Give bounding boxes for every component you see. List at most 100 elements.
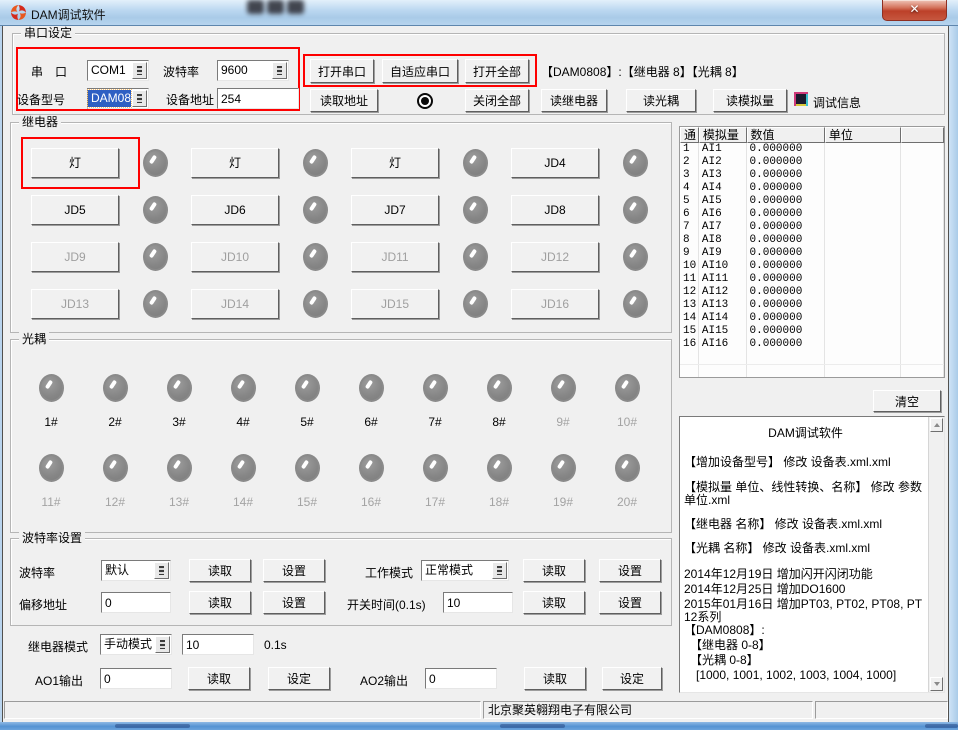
ao2-input[interactable] — [425, 668, 497, 689]
read-address-button[interactable]: 读取地址 — [310, 89, 378, 112]
relay-button-16[interactable]: JD16 — [511, 289, 599, 319]
opto-label-7: 7# — [428, 415, 441, 429]
work-mode-read-button[interactable]: 读取 — [523, 559, 585, 582]
info-line-7: 2014年12月25日 增加DO1600 — [684, 583, 927, 596]
table-row-9[interactable]: 9AI90.000000 — [680, 247, 944, 260]
combo-arrow-icon[interactable] — [132, 62, 147, 79]
table-header-col-5[interactable] — [901, 127, 944, 143]
debug-info-label[interactable]: 调试信息 — [813, 94, 861, 111]
combo-arrow-icon[interactable] — [154, 562, 169, 579]
ao1-set-button[interactable]: 设定 — [268, 667, 330, 690]
table-cell: AI9 — [699, 247, 747, 260]
table-row-16[interactable]: 16AI160.000000 — [680, 338, 944, 351]
combo-arrow-icon[interactable] — [272, 62, 287, 79]
table-cell: 0.000000 — [747, 156, 825, 169]
offset-set-button[interactable]: 设置 — [263, 591, 325, 614]
table-cell — [699, 351, 747, 364]
relay-button-3[interactable]: 灯 — [351, 148, 439, 178]
switch-time-set-button[interactable]: 设置 — [599, 591, 661, 614]
relay-led-8 — [623, 196, 648, 224]
close-button[interactable]: ✕ — [882, 0, 947, 21]
info-scrollbar[interactable] — [928, 417, 944, 692]
switch-time-input[interactable] — [443, 592, 513, 613]
table-row-11[interactable]: 11AI110.000000 — [680, 273, 944, 286]
opto-label-15: 15# — [297, 495, 317, 509]
baudrate-select[interactable]: 默认 — [101, 560, 171, 581]
table-cell — [825, 156, 901, 169]
clear-button[interactable]: 清空 — [873, 390, 941, 412]
table-row-15[interactable]: 15AI150.000000 — [680, 325, 944, 338]
open-serial-button[interactable]: 打开串口 — [310, 59, 374, 83]
port-select[interactable]: COM1 — [87, 60, 149, 81]
baudrate-read-button[interactable]: 读取 — [189, 559, 251, 582]
combo-arrow-icon[interactable] — [492, 562, 507, 579]
table-header-col-3[interactable]: 数值 — [747, 127, 825, 143]
relay-button-10[interactable]: JD10 — [191, 242, 279, 272]
open-all-button[interactable]: 打开全部 — [465, 59, 529, 83]
port-label: 串 口 — [31, 63, 67, 80]
relay-cell-10: JD10 — [185, 233, 345, 280]
adaptive-serial-button[interactable]: 自适应串口 — [382, 59, 458, 83]
table-row-3[interactable]: 3AI30.000000 — [680, 169, 944, 182]
relay-button-4[interactable]: JD4 — [511, 148, 599, 178]
model-select[interactable]: DAM0808 — [87, 88, 149, 109]
relay-button-11[interactable]: JD11 — [351, 242, 439, 272]
relay-button-6[interactable]: JD6 — [191, 195, 279, 225]
table-row-2[interactable]: 2AI20.000000 — [680, 156, 944, 169]
scroll-up-button[interactable] — [930, 418, 943, 432]
relay-cell-2: 灯 — [185, 139, 345, 186]
table-row-10[interactable]: 10AI100.000000 — [680, 260, 944, 273]
table-row-13[interactable]: 13AI130.000000 — [680, 299, 944, 312]
relay-button-8[interactable]: JD8 — [511, 195, 599, 225]
table-cell — [901, 143, 944, 156]
work-mode-select[interactable]: 正常模式 — [421, 560, 509, 581]
relay-button-9[interactable]: JD9 — [31, 242, 119, 272]
offset-address-input[interactable] — [101, 592, 171, 613]
relay-button-7[interactable]: JD7 — [351, 195, 439, 225]
info-line-8: 2015年01月16日 增加PT03, PT02, PT08, PT12系列 — [684, 598, 927, 624]
table-row-1[interactable]: 1AI10.000000 — [680, 143, 944, 156]
ao1-read-button[interactable]: 读取 — [188, 667, 250, 690]
relay-button-1[interactable]: 灯 — [31, 148, 119, 178]
combo-arrow-icon[interactable] — [155, 636, 170, 653]
table-header-col-2[interactable]: 模拟量 — [699, 127, 747, 143]
close-all-button[interactable]: 关闭全部 — [465, 89, 529, 112]
ao2-set-button[interactable]: 设定 — [602, 667, 662, 690]
relay-button-14[interactable]: JD14 — [191, 289, 279, 319]
read-analog-button[interactable]: 读模拟量 — [713, 89, 787, 112]
table-row-6[interactable]: 6AI60.000000 — [680, 208, 944, 221]
opto-led-17 — [423, 454, 448, 482]
table-row-14[interactable]: 14AI140.000000 — [680, 312, 944, 325]
combo-arrow-icon[interactable] — [132, 90, 147, 107]
table-row-7[interactable]: 7AI70.000000 — [680, 221, 944, 234]
relay-button-5[interactable]: JD5 — [31, 195, 119, 225]
baudrate-set-button[interactable]: 设置 — [263, 559, 325, 582]
scroll-down-button[interactable] — [930, 677, 943, 691]
opto-label-10: 10# — [617, 415, 637, 429]
switch-time-read-button[interactable]: 读取 — [523, 591, 585, 614]
relay-button-15[interactable]: JD15 — [351, 289, 439, 319]
relay-button-13[interactable]: JD13 — [31, 289, 119, 319]
relay-mode-select[interactable]: 手动模式 — [100, 634, 172, 655]
table-header-col-4[interactable]: 单位 — [825, 127, 901, 143]
table-row-8[interactable]: 8AI80.000000 — [680, 234, 944, 247]
relay-led-5 — [143, 196, 168, 224]
ao1-input[interactable] — [100, 668, 172, 689]
offset-read-button[interactable]: 读取 — [189, 591, 251, 614]
work-mode-set-button[interactable]: 设置 — [599, 559, 661, 582]
relay-mode-time-input[interactable] — [182, 634, 254, 655]
device-address-input[interactable] — [217, 88, 299, 109]
opto-channel-13: 13# — [147, 454, 211, 509]
baud-select[interactable]: 9600 — [217, 60, 289, 81]
read-opto-button[interactable]: 读光耦 — [626, 89, 696, 112]
table-header-col-1[interactable]: 通 — [680, 127, 699, 143]
table-row-5[interactable]: 5AI50.000000 — [680, 195, 944, 208]
relay-led-12 — [623, 243, 648, 271]
table-row-4[interactable]: 4AI40.000000 — [680, 182, 944, 195]
relay-button-2[interactable]: 灯 — [191, 148, 279, 178]
table-row-12[interactable]: 12AI120.000000 — [680, 286, 944, 299]
read-relay-button[interactable]: 读继电器 — [541, 89, 607, 112]
relay-button-12[interactable]: JD12 — [511, 242, 599, 272]
titlebar[interactable]: DAM调试软件 ✕ — [0, 0, 958, 26]
ao2-read-button[interactable]: 读取 — [524, 667, 586, 690]
